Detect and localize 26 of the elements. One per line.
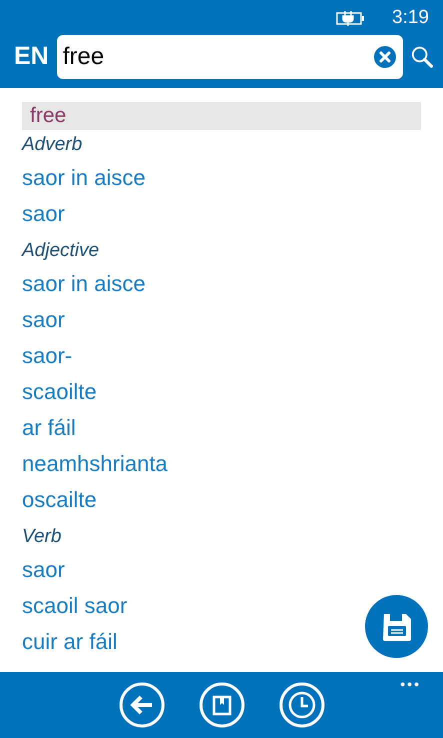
more-button[interactable]: •••	[400, 674, 421, 695]
translation[interactable]: saor in aisce	[22, 266, 146, 302]
clock-time: 3:19	[392, 6, 429, 30]
search-input[interactable]: free	[62, 39, 373, 75]
bookmark-icon[interactable]	[198, 682, 244, 728]
search-box[interactable]: free	[56, 35, 403, 79]
part-of-speech: Adverb	[22, 133, 84, 157]
back-icon[interactable]	[118, 682, 164, 728]
battery-charging-icon	[336, 10, 366, 26]
translation[interactable]: saor	[22, 302, 65, 338]
translation[interactable]: scaoil saor	[22, 588, 128, 624]
language-label[interactable]: EN	[14, 38, 49, 76]
headword: free	[22, 102, 421, 130]
translation[interactable]: saor	[22, 552, 65, 588]
part-of-speech: Adjective	[22, 239, 100, 263]
translation[interactable]: oscailte	[22, 482, 97, 518]
translation[interactable]: cuir ar fáil	[22, 624, 118, 660]
translation[interactable]: saor	[22, 196, 65, 232]
translation[interactable]: neamhshrianta	[22, 446, 168, 482]
translation[interactable]: scaoilte	[22, 374, 97, 410]
part-of-speech: Verb	[22, 525, 62, 549]
history-icon[interactable]	[278, 682, 324, 728]
translation[interactable]: ar fáil	[22, 410, 76, 446]
translation[interactable]: saor in aisce	[22, 160, 146, 196]
clear-icon[interactable]	[372, 45, 397, 69]
translation[interactable]: saor-	[22, 338, 72, 374]
